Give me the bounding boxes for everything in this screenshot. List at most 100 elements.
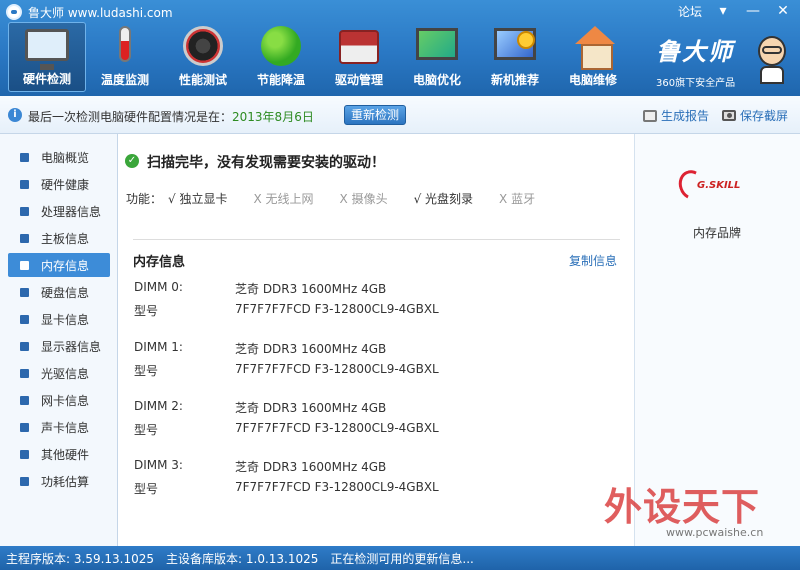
mascot-icon [752,30,792,84]
generate-report-label: 生成报告 [661,109,710,123]
tab-label: 硬件检测 [22,72,71,86]
dimm-model-label: 型号 [134,364,159,378]
tab-pc-repair[interactable]: 电脑维修 [554,22,632,92]
dimm-desc: 芝奇 DDR3 1600MHz 4GB [235,401,387,415]
printer-icon [643,109,657,122]
sidebar-item-label: 内存信息 [41,258,90,273]
section-divider [133,239,620,240]
tab-energy-saving[interactable]: 节能降温 [242,22,320,92]
square-bullet-icon [20,260,29,270]
square-bullet-icon [20,314,29,324]
sidebar-item-other-hardware[interactable]: 其他硬件 [8,442,110,466]
feature-camera: X 摄像头 [339,192,388,206]
square-bullet-icon [20,341,29,351]
clover-icon [261,26,301,66]
sidebar-item-label: 网卡信息 [41,393,90,408]
square-bullet-icon [20,449,29,459]
brand-slogan: 360旗下安全产品 [656,78,736,89]
tab-new-pc[interactable]: 新机推荐 [476,22,554,92]
dimm-desc: 芝奇 DDR3 1600MHz 4GB [235,282,387,296]
feature-discrete-gpu: √ 独立显卡 [168,192,228,206]
close-icon[interactable]: ✕ [774,2,792,20]
main-toolbar: 硬件检测 温度监测 性能测试 节能降温 驱动管理 电脑优化 新机推荐 电脑维修 [8,22,632,94]
sidebar-item-motherboard[interactable]: 主板信息 [8,226,110,250]
sidebar-item-sound[interactable]: 声卡信息 [8,415,110,439]
generate-report-button[interactable]: 生成报告 [643,107,709,124]
dimm-slot-label: DIMM 1: [134,340,183,354]
sidebar-item-label: 硬盘信息 [41,285,90,300]
sidebar-item-power-estimate[interactable]: 功耗估算 [8,469,110,493]
dimm-slot-label: DIMM 2: [134,399,183,413]
title-bar: 鲁大师 www.ludashi.com 论坛 ▾ — ✕ [0,0,800,24]
features-label: 功能： [126,192,163,206]
info-icon: i [8,108,22,122]
sidebar-item-overview[interactable]: 电脑概览 [8,145,110,169]
save-screenshot-label: 保存截屏 [740,109,789,123]
sidebar-item-label: 其他硬件 [41,447,90,462]
tab-label: 温度监测 [100,73,149,87]
section-title: 内存信息 [133,255,186,270]
gskill-logo-icon: G.SKILL [674,164,751,208]
detection-info-bar: i 最后一次检测电脑硬件配置情况是在：2013年8月6日 重新检测 生成报告 保… [0,96,800,134]
app-title: 鲁大师 www.ludashi.com [28,6,173,20]
sidebar-item-network[interactable]: 网卡信息 [8,388,110,412]
sidebar-item-label: 处理器信息 [41,204,102,219]
sidebar-item-memory[interactable]: 内存信息 [8,253,110,277]
memory-brand-caption: 内存品牌 [692,226,741,240]
square-bullet-icon [20,368,29,378]
sidebar-item-label: 硬件健康 [41,177,90,192]
window-controls: 论坛 ▾ — ✕ [678,2,792,20]
sidebar-item-hardware-health[interactable]: 硬件健康 [8,172,110,196]
toolbox-icon [339,30,379,64]
sidebar-item-label: 功耗估算 [41,474,90,489]
tab-label: 电脑优化 [412,73,461,87]
database-version: 主设备库版本: 1.0.13.1025 [166,551,319,566]
watermark-title: 外设天下 [604,484,761,529]
dimm-model: 7F7F7F7FCD F3-12800CL9-4GBXL [235,480,439,494]
monitor-magnifier-icon [25,29,69,70]
sidebar-item-monitor[interactable]: 显示器信息 [8,334,110,358]
last-detect-label: 最后一次检测电脑硬件配置情况是在： [28,110,233,124]
sidebar-item-label: 显示器信息 [41,339,102,354]
dimm-model: 7F7F7F7FCD F3-12800CL9-4GBXL [235,362,439,376]
sidebar: 电脑概览 硬件健康 处理器信息 主板信息 内存信息 硬盘信息 显卡信息 显示器信… [0,134,118,546]
sidebar-item-label: 光驱信息 [41,366,90,381]
tab-pc-optimize[interactable]: 电脑优化 [398,22,476,92]
dimm-slot-label: DIMM 0: [134,280,183,294]
tab-hardware-detect[interactable]: 硬件检测 [8,22,86,92]
tab-driver-manage[interactable]: 驱动管理 [320,22,398,92]
square-bullet-icon [20,179,29,189]
screen-optimize-icon [416,28,458,60]
sidebar-item-disk[interactable]: 硬盘信息 [8,280,110,304]
copy-info-link[interactable]: 复制信息 [569,252,617,269]
dimm-slot-label: DIMM 3: [134,458,183,472]
menu-icon[interactable]: ▾ [714,2,732,20]
tab-label: 性能测试 [178,73,227,87]
square-bullet-icon [20,152,29,162]
scan-result-message: 扫描完毕，没有发现需要安装的驱动！ [147,155,385,171]
brand-logo: 鲁大师 360旗下安全产品 [652,28,792,92]
sidebar-item-graphics[interactable]: 显卡信息 [8,307,110,331]
sidebar-item-cpu[interactable]: 处理器信息 [8,199,110,223]
dimm-model: 7F7F7F7FCD F3-12800CL9-4GBXL [235,421,439,435]
forum-link[interactable]: 论坛 [678,3,702,20]
speed-gauge-icon [183,26,223,66]
tab-performance[interactable]: 性能测试 [164,22,242,92]
sidebar-item-optical-drive[interactable]: 光驱信息 [8,361,110,385]
feature-wireless: X 无线上网 [253,192,314,206]
minimize-icon[interactable]: — [744,2,762,20]
recheck-button[interactable]: 重新检测 [344,105,406,125]
tab-label: 新机推荐 [490,73,539,87]
save-screenshot-button[interactable]: 保存截屏 [722,107,788,124]
status-bar: 主程序版本: 3.59.13.1025 主设备库版本: 1.0.13.1025 … [0,546,800,570]
sidebar-item-label: 主板信息 [41,231,90,246]
last-detect-date: 2013年8月6日 [232,110,314,124]
header: 鲁大师 www.ludashi.com 论坛 ▾ — ✕ 硬件检测 温度监测 性… [0,0,800,96]
gskill-logo-text: G.SKILL [697,180,741,191]
dimm-desc: 芝奇 DDR3 1600MHz 4GB [235,460,387,474]
site-watermark: 外设天下 www.pcwaishe.cn [600,476,796,542]
watermark-url: www.pcwaishe.cn [666,526,764,539]
tab-temperature[interactable]: 温度监测 [86,22,164,92]
sidebar-item-label: 电脑概览 [41,150,90,165]
dimm-model-label: 型号 [134,304,159,318]
